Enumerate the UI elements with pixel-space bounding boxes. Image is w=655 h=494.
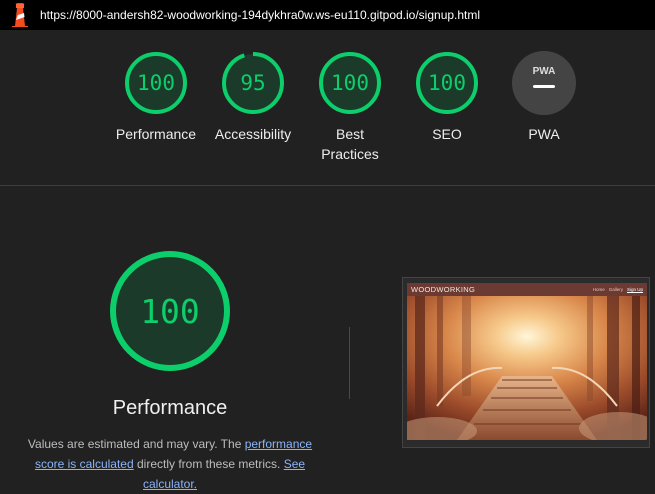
performance-title: Performance <box>112 397 228 419</box>
gauge-accessibility[interactable]: 95 Accessibility <box>203 50 303 144</box>
score-ring: 100 <box>416 52 478 114</box>
pwa-badge-text: PWA <box>533 66 556 77</box>
score-value: 100 <box>428 71 466 95</box>
forest-bridge-image <box>407 296 647 440</box>
screenshot-nav-link: Home <box>592 287 605 292</box>
gauge-label: Best Practices <box>321 126 379 162</box>
score-ring: 100 <box>319 52 381 114</box>
url-bar: https://8000-andersh82-woodworking-194dy… <box>0 0 655 30</box>
performance-description: Values are estimated and may vary. The p… <box>20 434 320 494</box>
performance-detail: 100 Performance Values are estimated and… <box>0 186 655 493</box>
gauge-label: Performance <box>115 126 197 142</box>
gauge-label: PWA <box>528 126 560 142</box>
desc-text: Values are estimated and may vary. The <box>27 437 245 451</box>
score-ring: 95 <box>222 52 284 114</box>
desc-text: directly from these metrics. <box>133 457 284 471</box>
score-value: 95 <box>240 71 265 95</box>
screenshot-frame: WOODWORKING Home Gallery Sign Up <box>407 283 647 440</box>
pwa-dash-icon <box>533 85 555 88</box>
final-screenshot[interactable]: WOODWORKING Home Gallery Sign Up <box>402 277 650 448</box>
screenshot-nav-link: Gallery <box>608 287 623 292</box>
divider <box>349 327 350 399</box>
score-value: 100 <box>331 71 369 95</box>
gauge-label: Accessibility <box>214 126 292 142</box>
gauge-pwa[interactable]: PWA PWA <box>494 50 594 144</box>
screenshot-brand: WOODWORKING <box>411 285 476 294</box>
score-ring: 100 <box>125 52 187 114</box>
big-score-value: 100 <box>140 292 200 331</box>
lighthouse-icon <box>12 3 28 27</box>
gauge-seo[interactable]: 100 SEO <box>397 50 497 144</box>
page-url[interactable]: https://8000-andersh82-woodworking-194dy… <box>40 8 480 22</box>
score-summary: 100 Performance 95 Accessibility 100 Bes… <box>0 30 655 186</box>
gauge-best-practices[interactable]: 100 Best Practices <box>300 50 400 164</box>
screenshot-navbar: WOODWORKING Home Gallery Sign Up <box>407 283 647 296</box>
performance-big-gauge: 100 <box>110 251 230 371</box>
gauge-label: SEO <box>432 126 462 142</box>
gauge-performance[interactable]: 100 Performance <box>106 50 206 144</box>
pwa-badge: PWA <box>512 51 576 115</box>
screenshot-nav-link: Sign Up <box>626 287 643 292</box>
score-value: 100 <box>137 71 175 95</box>
